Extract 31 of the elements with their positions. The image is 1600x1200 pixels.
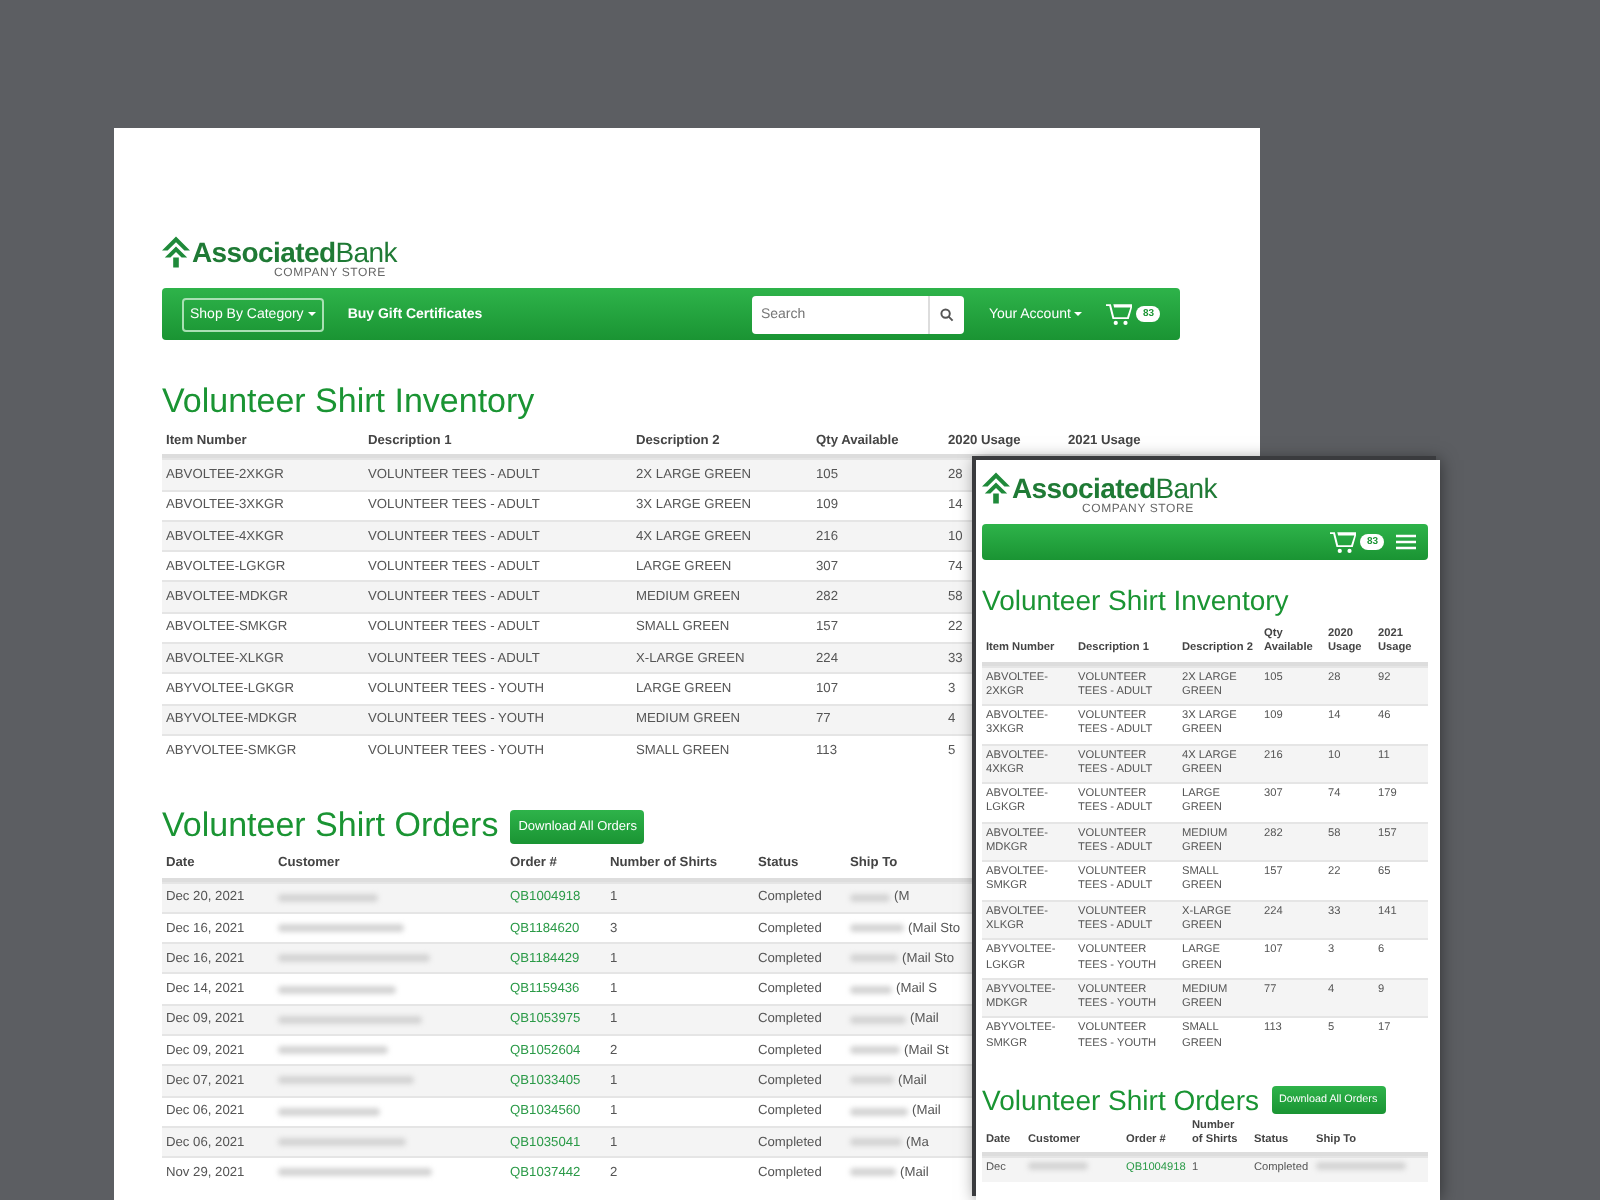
- redacted-name: [1028, 1162, 1088, 1171]
- redacted-name: [850, 893, 890, 902]
- menu-icon[interactable]: [1396, 534, 1416, 550]
- redacted-name: [1316, 1162, 1406, 1171]
- redacted-name: [850, 1168, 896, 1177]
- caret-icon: [307, 312, 316, 316]
- redacted-name: [850, 1015, 906, 1024]
- section-heading: Volunteer Shirt Orders: [162, 806, 499, 847]
- section-heading: Volunteer Shirt Inventory: [162, 382, 537, 422]
- redacted-name: [278, 1046, 388, 1055]
- redacted-name: [850, 1076, 894, 1085]
- section-heading: Volunteer Shirt Orders: [982, 1083, 1260, 1116]
- redacted-name: [278, 1107, 380, 1116]
- redacted-name: [278, 1015, 422, 1024]
- tree-logo-icon: [162, 236, 190, 268]
- tree-logo-icon: [982, 472, 1010, 504]
- redacted-name: [278, 1138, 406, 1147]
- cart-icon[interactable]: [1106, 302, 1133, 326]
- redacted-name: [850, 1138, 902, 1147]
- redacted-name: [278, 924, 404, 932]
- redacted-name: [278, 1076, 414, 1085]
- redacted-name: [850, 1046, 900, 1055]
- redacted-name: [278, 893, 378, 902]
- redacted-name: [850, 924, 904, 932]
- redacted-name: [850, 1107, 908, 1116]
- redacted-name: [850, 985, 892, 994]
- redacted-name: [850, 954, 898, 963]
- redacted-name: [278, 985, 396, 994]
- search-icon[interactable]: [940, 307, 955, 321]
- cart-icon[interactable]: [1330, 530, 1357, 554]
- brand-name: AssociatedBank: [192, 236, 397, 268]
